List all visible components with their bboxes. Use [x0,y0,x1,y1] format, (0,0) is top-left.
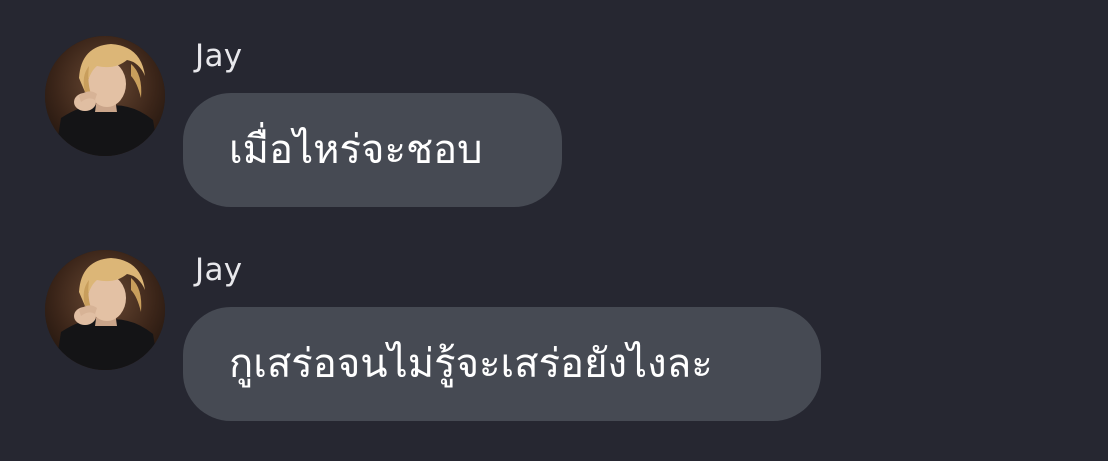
avatar-photo-icon [45,36,165,156]
sender-name: Jay [195,38,243,74]
avatar-photo-icon [45,250,165,370]
message-text: เมื่อไหร่จะชอบ [229,127,483,173]
message-text: กูเสร่อจนไม่รู้จะเสร่อยังไงละ [229,341,713,387]
chat-thread: Jay เมื่อไหร่จะชอบ Jay กูเสร่อจนไม่รู้จะ… [0,0,1108,461]
user-avatar[interactable] [45,36,165,156]
message-bubble[interactable]: เมื่อไหร่จะชอบ [183,93,562,207]
user-avatar[interactable] [45,250,165,370]
message-bubble[interactable]: กูเสร่อจนไม่รู้จะเสร่อยังไงละ [183,307,821,421]
sender-name: Jay [195,252,243,288]
